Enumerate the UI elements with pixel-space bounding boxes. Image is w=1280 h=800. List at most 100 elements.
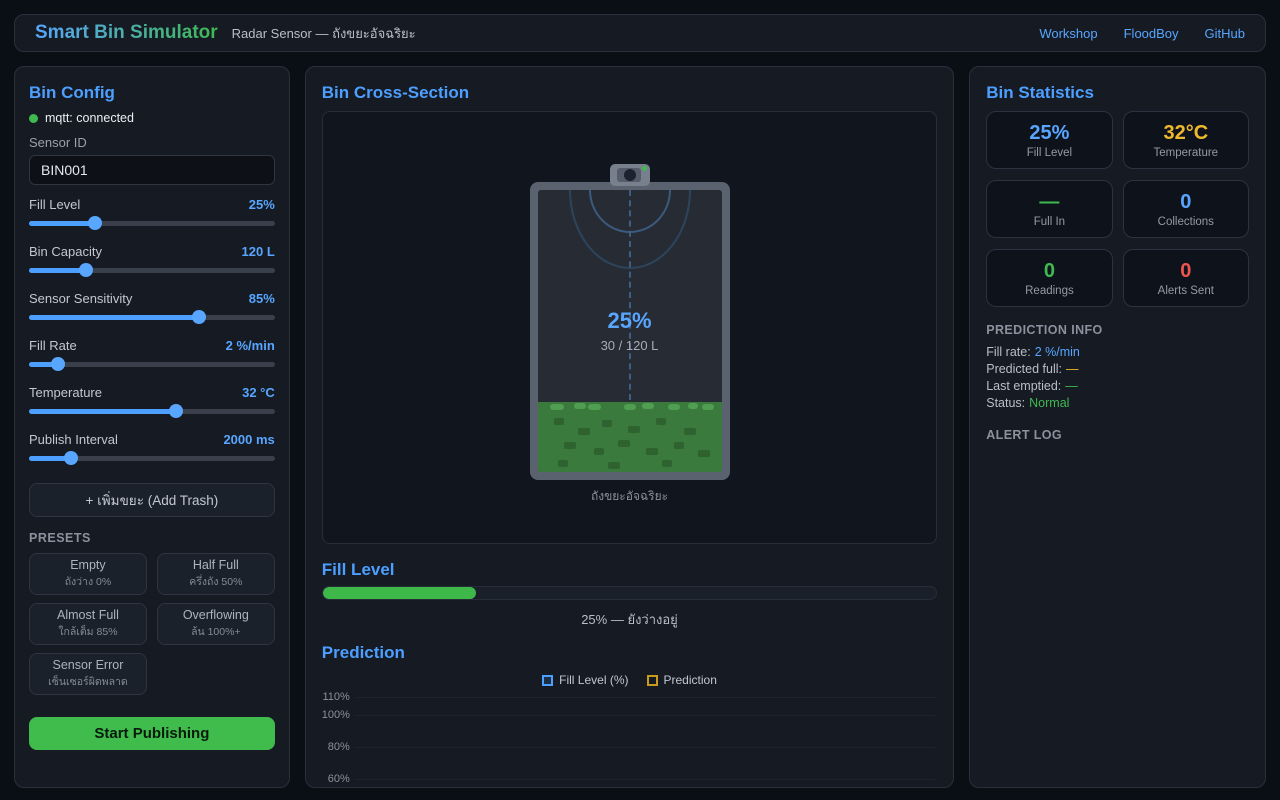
preset-sensor-error[interactable]: Sensor Error เซ็นเซอร์ผิดพลาด — [29, 653, 147, 695]
y-tick-80: 80% — [322, 741, 356, 753]
stat-fill-level: 25% Fill Level — [986, 111, 1112, 169]
mqtt-status-text: mqtt: connected — [45, 111, 134, 125]
sensor-id-label: Sensor ID — [29, 135, 275, 150]
slider-group-publish-interval: Publish Interval 2000 ms — [29, 430, 275, 465]
fill-level-progress-bar — [322, 586, 937, 600]
add-trash-button[interactable]: + เพิ่มขยะ (Add Trash) — [29, 483, 275, 517]
sensor-sensitivity-slider[interactable] — [29, 310, 275, 324]
slider-group-bin-capacity: Bin Capacity 120 L — [29, 242, 275, 277]
fill-level-slider[interactable] — [29, 216, 275, 230]
stat-temperature: 32°C Temperature — [1123, 111, 1249, 169]
preset-overflowing[interactable]: Overflowing ล้น 100%+ — [157, 603, 275, 645]
fill-level-slider-thumb[interactable] — [88, 216, 102, 230]
app-subtitle: Radar Sensor — ถังขยะอัจฉริยะ — [232, 23, 1040, 44]
fill-level-title: Fill Level — [322, 560, 937, 580]
info-predicted-full: Predicted full:— — [986, 361, 1249, 378]
publish-interval-slider[interactable] — [29, 451, 275, 465]
preset-almost-full[interactable]: Almost Full ใกล้เต็ม 85% — [29, 603, 147, 645]
slider-fill — [29, 221, 95, 226]
bin-cross-section-panel: Bin Cross-Section 25% 30 / 120 L — [305, 66, 954, 788]
bin-statistics-title: Bin Statistics — [986, 83, 1249, 103]
info-fill-rate: Fill rate:2 %/min — [986, 344, 1249, 361]
sensor-led-icon — [642, 166, 647, 171]
publish-interval-slider-value: 2000 ms — [223, 432, 274, 447]
fill-level-slider-value: 25% — [249, 197, 275, 212]
stat-readings: 0 Readings — [986, 249, 1112, 307]
bin-capacity-slider-label: Bin Capacity — [29, 244, 102, 259]
sensor-sensitivity-slider-thumb[interactable] — [192, 310, 206, 324]
trash-texture — [538, 402, 722, 473]
sensor-id-input[interactable] — [29, 155, 275, 185]
preset-grid: Empty ถังว่าง 0% Half Full ครึ่งถัง 50% … — [29, 553, 275, 695]
bin-capacity-slider-thumb[interactable] — [79, 263, 93, 277]
trash-fill — [538, 402, 722, 473]
prediction-legend-swatch-icon — [647, 675, 658, 686]
fill-level-status-text: 25% — ยังว่างอยู่ — [322, 609, 937, 630]
stat-collections: 0 Collections — [1123, 180, 1249, 238]
stat-grid: 25% Fill Level 32°C Temperature — Full I… — [986, 111, 1249, 307]
header-nav: Workshop FloodBoy GitHub — [1039, 26, 1245, 41]
temperature-slider-label: Temperature — [29, 385, 102, 400]
bin-body: 25% 30 / 120 L — [530, 182, 730, 480]
fill-rate-slider-label: Fill Rate — [29, 338, 77, 353]
sensor-sensitivity-slider-value: 85% — [249, 291, 275, 306]
publish-interval-slider-thumb[interactable] — [64, 451, 78, 465]
app-header: Smart Bin Simulator Radar Sensor — ถังขย… — [14, 14, 1266, 52]
info-status: Status:Normal — [986, 395, 1249, 412]
nav-link-floodboy[interactable]: FloodBoy — [1124, 26, 1179, 41]
fill-level-legend-swatch-icon — [542, 675, 553, 686]
slider-group-fill-rate: Fill Rate 2 %/min — [29, 336, 275, 371]
bin-fill-percent: 25% — [538, 308, 722, 334]
preset-half-full[interactable]: Half Full ครึ่งถัง 50% — [157, 553, 275, 595]
temperature-slider-thumb[interactable] — [169, 404, 183, 418]
y-tick-100: 100% — [322, 709, 356, 721]
bin-config-panel: Bin Config mqtt: connected Sensor ID Fil… — [14, 66, 290, 788]
sensor-lens-icon — [624, 169, 636, 181]
stat-full-in: — Full In — [986, 180, 1112, 238]
stat-alerts-sent: 0 Alerts Sent — [1123, 249, 1249, 307]
prediction-chart: 110% 100% 80% 60% — [322, 691, 937, 787]
legend-fill-level[interactable]: Fill Level (%) — [542, 673, 628, 687]
mqtt-status: mqtt: connected — [29, 111, 275, 125]
fill-level-slider-label: Fill Level — [29, 197, 80, 212]
bin-interior: 25% 30 / 120 L — [538, 190, 722, 472]
app-title: Smart Bin Simulator — [35, 22, 218, 44]
bin-volume: 30 / 120 L — [538, 338, 722, 353]
y-tick-60: 60% — [322, 773, 356, 785]
fill-rate-slider-thumb[interactable] — [51, 357, 65, 371]
publish-interval-slider-label: Publish Interval — [29, 432, 118, 447]
temperature-slider[interactable] — [29, 404, 275, 418]
slider-fill — [29, 409, 176, 414]
nav-link-workshop[interactable]: Workshop — [1039, 26, 1097, 41]
bin-readout: 25% 30 / 120 L — [538, 308, 722, 353]
prediction-title: Prediction — [322, 643, 937, 663]
bin-capacity-slider[interactable] — [29, 263, 275, 277]
y-tick-110: 110% — [322, 691, 356, 703]
fill-rate-slider[interactable] — [29, 357, 275, 371]
fill-level-progress-fill — [323, 587, 476, 599]
chart-legend: Fill Level (%) Prediction — [322, 672, 937, 688]
presets-title: PRESETS — [29, 531, 275, 545]
slider-fill — [29, 315, 199, 320]
slider-group-sensor-sensitivity: Sensor Sensitivity 85% — [29, 289, 275, 324]
slider-group-fill-level: Fill Level 25% — [29, 195, 275, 230]
nav-link-github[interactable]: GitHub — [1205, 26, 1245, 41]
slider-rail — [29, 362, 275, 367]
radar-scan-line-icon — [629, 190, 631, 400]
bin-capacity-slider-value: 120 L — [242, 244, 275, 259]
bin-statistics-panel: Bin Statistics 25% Fill Level 32°C Tempe… — [969, 66, 1266, 788]
alert-log-title: ALERT LOG — [986, 428, 1249, 442]
legend-prediction[interactable]: Prediction — [647, 673, 717, 687]
temperature-slider-value: 32 °C — [242, 385, 275, 400]
fill-rate-slider-value: 2 %/min — [226, 338, 275, 353]
preset-empty[interactable]: Empty ถังว่าง 0% — [29, 553, 147, 595]
prediction-info-title: PREDICTION INFO — [986, 323, 1249, 337]
sensor-sensitivity-slider-label: Sensor Sensitivity — [29, 291, 132, 306]
slider-group-temperature: Temperature 32 °C — [29, 383, 275, 418]
bin-caption: ถังขยะอัจฉริยะ — [323, 487, 936, 506]
bin-visualization: 25% 30 / 120 L — [322, 111, 937, 544]
bin-config-title: Bin Config — [29, 83, 275, 103]
start-publishing-button[interactable]: Start Publishing — [29, 717, 275, 750]
prediction-info-rows: Fill rate:2 %/min Predicted full:— Last … — [986, 344, 1249, 412]
info-last-emptied: Last emptied:— — [986, 378, 1249, 395]
